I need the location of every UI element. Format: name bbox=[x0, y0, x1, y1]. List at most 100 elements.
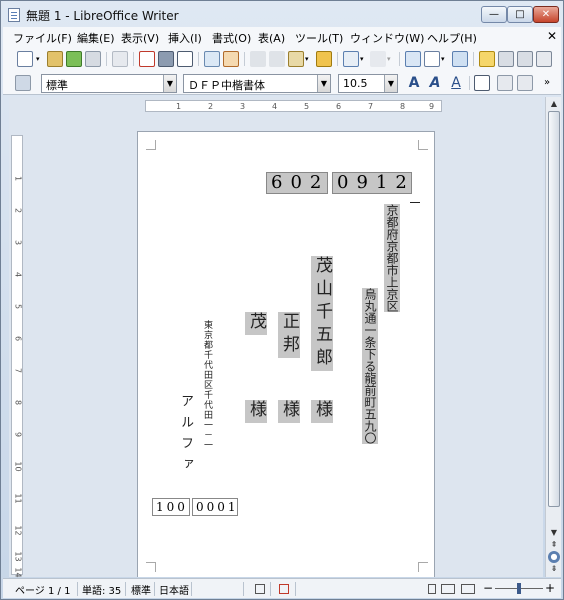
undo-icon[interactable] bbox=[343, 51, 359, 67]
print-icon[interactable] bbox=[158, 51, 174, 67]
align-vertical-top-icon[interactable] bbox=[474, 75, 490, 91]
zoom-out-icon[interactable]: − bbox=[483, 581, 493, 595]
recipient-suffix-1[interactable]: 様 bbox=[311, 400, 333, 423]
redo-dropdown-icon[interactable]: ▾ bbox=[387, 51, 394, 67]
page-corner-mark bbox=[418, 562, 428, 572]
menu-view[interactable]: 表示(V) bbox=[121, 30, 159, 46]
vertical-scrollbar[interactable]: ▲ ▼ ⇞ ● ⇟ bbox=[545, 97, 561, 577]
cut-icon[interactable] bbox=[250, 51, 266, 67]
autospellcheck-icon[interactable] bbox=[223, 51, 239, 67]
table-icon[interactable] bbox=[424, 51, 440, 67]
underline-icon[interactable]: A bbox=[448, 75, 464, 91]
page-corner-mark bbox=[146, 140, 156, 150]
new-dropdown-icon[interactable]: ▾ bbox=[36, 51, 43, 67]
recipient-name-2[interactable]: 正邦 bbox=[278, 312, 300, 358]
undo-dropdown-icon[interactable]: ▾ bbox=[360, 51, 367, 67]
font-name-select[interactable]: ＤＦＰ中楷書体 ▼ bbox=[183, 74, 331, 93]
paste-dropdown-icon[interactable]: ▾ bbox=[305, 51, 312, 67]
close-icon: ✕ bbox=[541, 9, 551, 20]
paragraph-style-select[interactable]: 標準 ▼ bbox=[41, 74, 177, 93]
table-dropdown-icon[interactable]: ▾ bbox=[441, 51, 448, 67]
menu-file[interactable]: ファイル(F) bbox=[13, 30, 72, 46]
menu-format[interactable]: 書式(O) bbox=[212, 30, 251, 46]
sender-address[interactable]: 東京都千代田区千代田一－一 bbox=[202, 320, 212, 450]
copy-icon[interactable] bbox=[269, 51, 285, 67]
ruler-number: 2 bbox=[208, 102, 214, 111]
print-preview-icon[interactable] bbox=[177, 51, 193, 67]
new-document-icon[interactable] bbox=[17, 51, 33, 67]
recipient-suffix-2[interactable]: 様 bbox=[278, 400, 300, 423]
align-vertical-bottom-icon[interactable] bbox=[517, 75, 533, 91]
italic-icon[interactable]: A bbox=[427, 75, 443, 91]
zoom-in-icon[interactable]: + bbox=[545, 581, 555, 595]
menu-help[interactable]: ヘルプ(H) bbox=[427, 30, 477, 46]
scroll-down-icon[interactable]: ▼ bbox=[548, 527, 560, 539]
word-count[interactable]: 単語: 35 bbox=[82, 582, 121, 597]
navigation-icon[interactable]: ● bbox=[548, 551, 560, 563]
spellcheck-icon[interactable] bbox=[204, 51, 220, 67]
navigator-icon[interactable] bbox=[479, 51, 495, 67]
document-page[interactable]: 602 0912 6020912 京都府京都市上京区 烏丸通一条下る龍前町五九〇… bbox=[137, 131, 435, 577]
document-area[interactable]: 602 0912 6020912 京都府京都市上京区 烏丸通一条下る龍前町五九〇… bbox=[25, 115, 543, 577]
menu-table[interactable]: 表(A) bbox=[258, 30, 285, 46]
ruler-number: 9 bbox=[13, 431, 23, 438]
menu-insert[interactable]: 挿入(I) bbox=[168, 30, 202, 46]
open-folder-icon[interactable] bbox=[47, 51, 63, 67]
email-icon[interactable] bbox=[85, 51, 101, 67]
single-page-view-icon[interactable] bbox=[428, 584, 436, 594]
next-page-icon[interactable]: ⇟ bbox=[548, 563, 560, 575]
save-icon[interactable] bbox=[66, 51, 82, 67]
recipient-name-1[interactable]: 茂山千五郎 bbox=[311, 256, 333, 371]
ruler-number: 1 bbox=[176, 102, 182, 111]
chevron-down-icon[interactable]: ▼ bbox=[317, 75, 330, 92]
scrollbar-thumb[interactable] bbox=[548, 111, 560, 507]
previous-page-icon[interactable]: ⇞ bbox=[548, 539, 560, 551]
hyperlink-icon[interactable] bbox=[405, 51, 421, 67]
paste-icon[interactable] bbox=[288, 51, 304, 67]
insert-mode-icon[interactable] bbox=[255, 584, 265, 594]
edit-file-icon[interactable] bbox=[112, 51, 128, 67]
sender-postal-second[interactable]: 0001 bbox=[192, 498, 238, 516]
book-view-icon[interactable] bbox=[461, 584, 475, 594]
export-pdf-icon[interactable] bbox=[139, 51, 155, 67]
postal-code-first[interactable]: 602 bbox=[266, 172, 328, 194]
recipient-suffix-3[interactable]: 様 bbox=[245, 400, 267, 423]
align-vertical-center-icon[interactable] bbox=[497, 75, 513, 91]
page-count[interactable]: ページ 1 / 1 bbox=[15, 582, 70, 597]
redo-icon[interactable] bbox=[370, 51, 386, 67]
menu-tools[interactable]: ツール(T) bbox=[295, 30, 343, 46]
ruler-number: 3 bbox=[240, 102, 246, 111]
gallery-icon[interactable] bbox=[498, 51, 514, 67]
toolbar-overflow-icon[interactable]: » bbox=[539, 75, 555, 91]
document-modified-icon[interactable] bbox=[279, 584, 289, 594]
clone-formatting-icon[interactable] bbox=[316, 51, 332, 67]
chevron-down-icon[interactable]: ▼ bbox=[384, 75, 397, 92]
chevron-down-icon[interactable]: ▼ bbox=[163, 75, 176, 92]
minimize-button[interactable]: — bbox=[481, 6, 507, 23]
address-line-2[interactable]: 烏丸通一条下る龍前町五九〇 bbox=[362, 288, 378, 444]
page-style[interactable]: 標準 bbox=[131, 582, 151, 597]
vertical-ruler[interactable]: 1 2 3 4 5 6 7 8 9 10 11 12 13 14 bbox=[9, 115, 25, 578]
menu-window[interactable]: ウィンドウ(W) bbox=[350, 30, 424, 46]
close-document-icon[interactable]: ✕ bbox=[547, 29, 557, 43]
language-status[interactable]: 日本語 bbox=[159, 582, 189, 597]
horizontal-ruler[interactable]: 1 2 3 4 5 6 7 8 9 bbox=[9, 97, 542, 115]
zoom-slider-handle[interactable] bbox=[517, 583, 521, 594]
font-size-select[interactable]: 10.5 ▼ bbox=[338, 74, 398, 93]
close-button[interactable]: ✕ bbox=[533, 6, 559, 23]
image-icon[interactable] bbox=[452, 51, 468, 67]
bold-icon[interactable]: A bbox=[406, 75, 422, 91]
styles-and-formatting-icon[interactable] bbox=[15, 75, 31, 91]
nonprinting-characters-icon[interactable] bbox=[536, 51, 552, 67]
address-line-1[interactable]: 京都府京都市上京区 bbox=[384, 204, 400, 312]
sender-name[interactable]: アルファ bbox=[178, 394, 193, 478]
recipient-name-3[interactable]: 茂 bbox=[245, 312, 267, 335]
postal-code-second[interactable]: 0912 bbox=[332, 172, 412, 194]
maximize-button[interactable]: □ bbox=[507, 6, 533, 23]
scroll-up-icon[interactable]: ▲ bbox=[548, 98, 560, 110]
multi-page-view-icon[interactable] bbox=[441, 584, 455, 594]
page-corner-mark bbox=[146, 562, 156, 572]
menu-edit[interactable]: 編集(E) bbox=[77, 30, 115, 46]
data-sources-icon[interactable] bbox=[517, 51, 533, 67]
sender-postal-first[interactable]: 100 bbox=[152, 498, 190, 516]
